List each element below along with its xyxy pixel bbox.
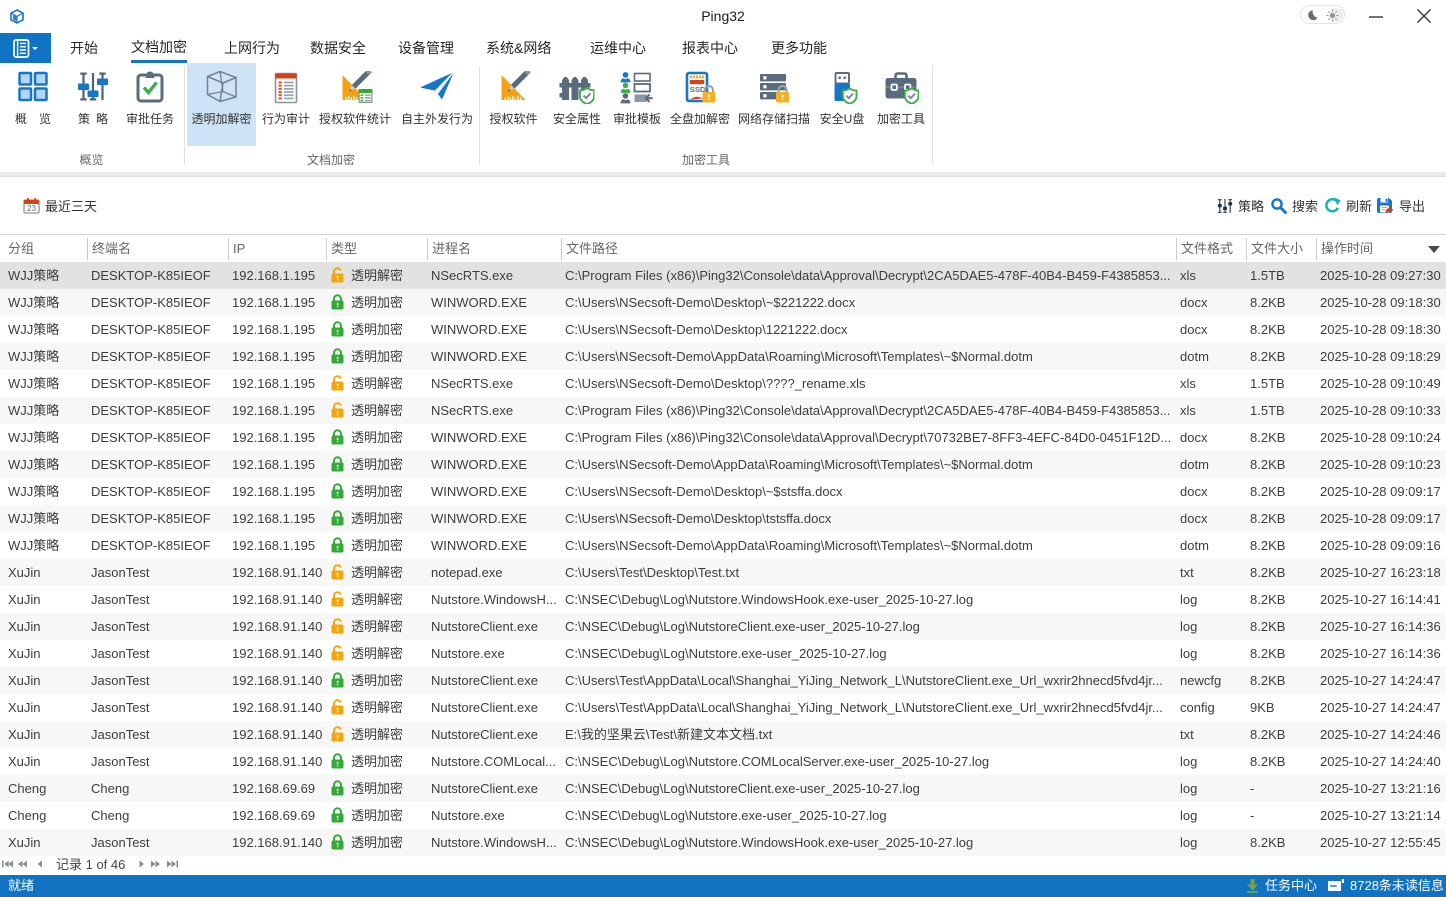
svg-text:23: 23 — [27, 204, 37, 213]
